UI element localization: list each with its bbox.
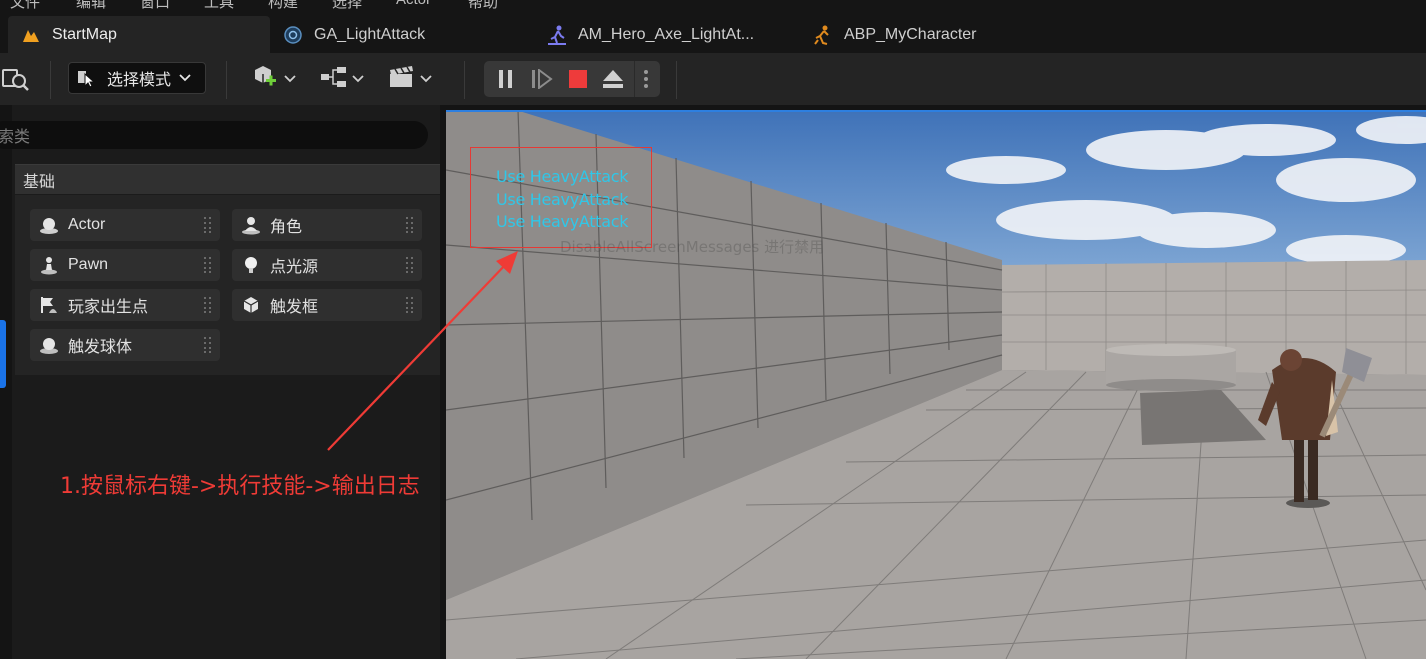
menu-bar: 文件 编辑 窗口 工具 构建 选择 Actor 帮助 [0, 0, 1426, 10]
tab-label: StartMap [52, 25, 117, 43]
menu-file[interactable]: 文件 [10, 0, 40, 10]
tab-ga-lightattack[interactable]: GA_LightAttack [282, 16, 532, 53]
menu-actor[interactable]: Actor [396, 0, 431, 8]
drag-handle-icon[interactable] [406, 257, 414, 273]
document-tab-bar: StartMap GA_LightAttack AM_Hero_Axe_Ligh… [0, 10, 1426, 53]
annotation-text: 1.按鼠标右键->执行技能->输出日志 [60, 474, 420, 499]
list-item-label: 触发球体 [68, 339, 133, 356]
pause-button[interactable] [492, 61, 520, 97]
kebab-menu-icon [644, 70, 648, 88]
menu-select[interactable]: 选择 [332, 0, 362, 10]
point-light-icon [240, 254, 262, 276]
tab-am-hero-axe[interactable]: AM_Hero_Axe_LightAt... [546, 16, 796, 53]
select-mode-icon [77, 68, 99, 88]
menu-window[interactable]: 窗口 [140, 0, 170, 10]
actor-item-player-start[interactable]: 玩家出生点 [30, 289, 220, 321]
viewport-focus-highlight [446, 110, 1426, 112]
tab-abp-mycharacter[interactable]: ABP_MyCharacter [812, 16, 1062, 53]
tab-label: ABP_MyCharacter [844, 25, 977, 43]
blueprint-graph-icon [320, 65, 348, 94]
drag-handle-icon[interactable] [406, 297, 414, 313]
eject-icon [603, 70, 623, 88]
tab-label: AM_Hero_Axe_LightAt... [578, 25, 755, 43]
list-item-label: Pawn [68, 256, 109, 273]
tab-label: GA_LightAttack [314, 25, 426, 43]
search-input[interactable]: 索类 [0, 121, 428, 149]
drag-handle-icon[interactable] [204, 337, 212, 353]
chevron-down-icon [352, 70, 364, 88]
chevron-down-icon [284, 70, 296, 88]
list-item-label: 玩家出生点 [68, 299, 149, 316]
list-item-label: Actor [68, 216, 106, 233]
drag-handle-icon[interactable] [406, 217, 414, 233]
screen-message: Use HeavyAttack [496, 212, 629, 231]
pause-icon [499, 70, 512, 88]
drag-handle-icon[interactable] [204, 257, 212, 273]
blueprints-button[interactable] [320, 64, 364, 94]
chevron-down-icon [420, 70, 432, 88]
select-mode-dropdown[interactable]: 选择模式 [68, 62, 206, 94]
actor-item-trigger-sphere[interactable]: 触发球体 [30, 329, 220, 361]
menu-tools[interactable]: 工具 [204, 0, 234, 10]
more-options-button[interactable] [634, 61, 657, 97]
stop-button[interactable] [564, 61, 592, 97]
actor-item-pawn[interactable]: Pawn [30, 249, 220, 281]
actor-item-actor[interactable]: Actor [30, 209, 220, 241]
clapperboard-icon [388, 65, 416, 94]
drag-handle-icon[interactable] [204, 217, 212, 233]
content-browser-icon[interactable] [2, 64, 30, 94]
faded-screen-message: DisableAllScreenMessages 进行禁用 [560, 238, 825, 256]
screen-message: Use HeavyAttack [496, 190, 629, 209]
place-actors-panel: 索类 基础 Actor 角色 Pawn 点光源 玩家出生点 触发框 触发球体 [0, 105, 440, 659]
actor-item-trigger-box[interactable]: 触发框 [232, 289, 422, 321]
anim-blueprint-icon [812, 24, 834, 46]
select-mode-label: 选择模式 [107, 72, 172, 89]
actor-item-character[interactable]: 角色 [232, 209, 422, 241]
player-start-icon [38, 294, 60, 316]
cinematics-button[interactable] [388, 64, 432, 94]
category-header-basic[interactable]: 基础 [15, 164, 440, 194]
list-item-label: 触发框 [270, 299, 319, 316]
add-actor-icon [252, 64, 280, 95]
character-icon [240, 214, 262, 236]
actor-list: Actor 角色 Pawn 点光源 玩家出生点 触发框 触发球体 [15, 195, 440, 375]
stop-icon [569, 70, 587, 88]
add-actor-button[interactable] [252, 64, 296, 94]
actor-item-point-light[interactable]: 点光源 [232, 249, 422, 281]
play-controls [484, 61, 660, 97]
blueprint-icon [282, 24, 304, 46]
frame-skip-button[interactable] [528, 61, 556, 97]
pawn-icon [38, 254, 60, 276]
active-category-indicator [0, 320, 6, 388]
level-map-icon [20, 24, 42, 46]
tab-startmap[interactable]: StartMap [8, 16, 270, 53]
anim-montage-icon [546, 24, 568, 46]
actor-sphere-icon [38, 214, 60, 236]
frame-advance-icon [532, 69, 553, 89]
menu-help[interactable]: 帮助 [468, 0, 498, 10]
trigger-sphere-icon [38, 334, 60, 356]
list-item-label: 角色 [270, 219, 303, 236]
screen-message: Use HeavyAttack [496, 167, 629, 186]
menu-edit[interactable]: 编辑 [76, 0, 106, 10]
main-toolbar: 选择模式 [0, 53, 1426, 105]
chevron-down-icon [179, 74, 191, 82]
drag-handle-icon[interactable] [204, 297, 212, 313]
list-item-label: 点光源 [270, 259, 319, 276]
menu-build[interactable]: 构建 [268, 0, 298, 10]
eject-button[interactable] [598, 61, 628, 97]
trigger-box-icon [240, 294, 262, 316]
